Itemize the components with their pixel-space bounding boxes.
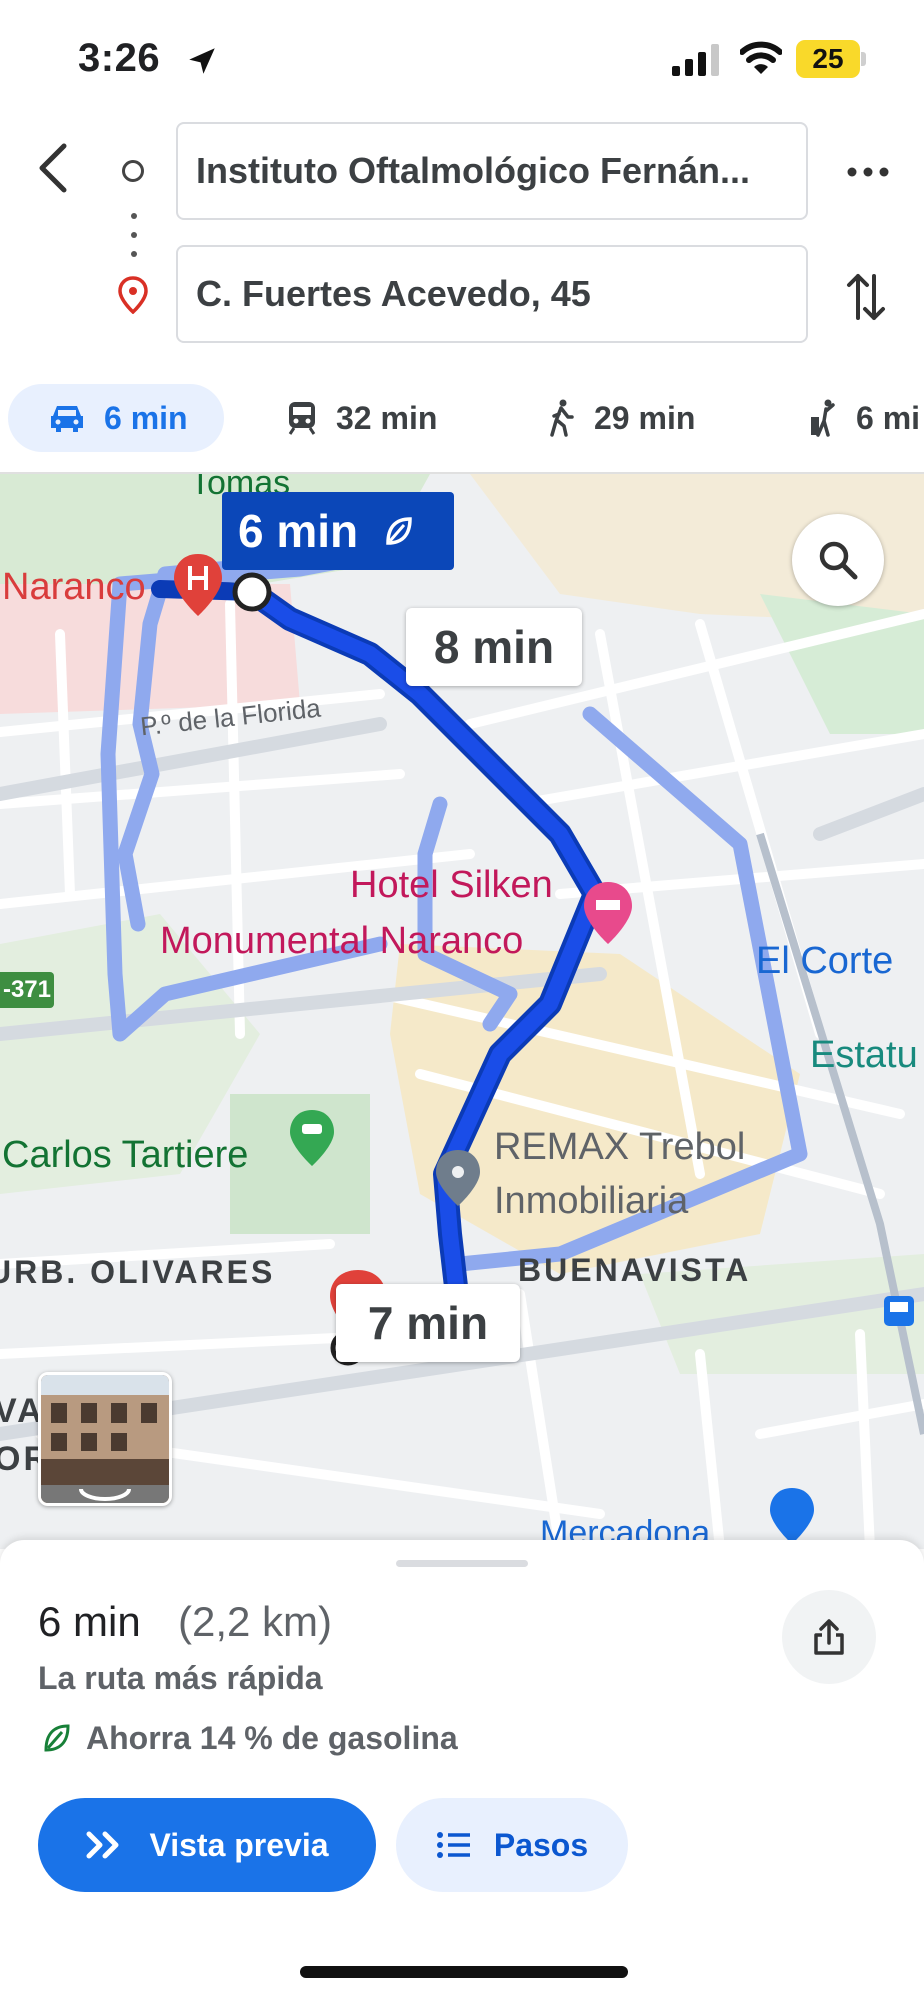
tab-car[interactable]: 6 min <box>8 384 224 452</box>
swap-icon[interactable] <box>846 270 886 324</box>
street-view-thumbnail[interactable] <box>38 1372 172 1506</box>
label-remax-line1: REMAX Trebol <box>494 1126 746 1168</box>
train-icon <box>288 402 316 435</box>
share-icon <box>814 1619 844 1655</box>
walk-icon <box>550 399 574 437</box>
origin-field[interactable]: Instituto Oftalmológico Fernán... <box>176 122 808 220</box>
label-estatu: Estatu <box>810 1034 918 1076</box>
route-description: La ruta más rápida <box>38 1660 323 1696</box>
label-naranco: Naranco <box>2 566 146 608</box>
tab-transit-label: 32 min <box>336 399 438 436</box>
wifi-icon <box>740 41 782 74</box>
battery-tip <box>861 52 866 66</box>
preview-button[interactable]: Vista previa <box>38 1798 376 1892</box>
route-duration: 6 min <box>38 1598 141 1645</box>
eco-leaf-small-icon <box>44 1724 70 1752</box>
label-tartiere: Carlos Tartiere <box>2 1134 249 1176</box>
list-icon <box>436 1832 470 1858</box>
tab-walk-label: 29 min <box>594 399 696 436</box>
tab-car-label: 6 min <box>104 399 188 436</box>
alt-route-time-badge-1[interactable]: 8 min <box>406 608 582 686</box>
tab-ride[interactable]: 6 mi <box>808 384 920 452</box>
label-buenavista: BUENAVISTA <box>518 1252 752 1288</box>
steps-button-label: Pasos <box>493 1826 589 1863</box>
preview-button-label: Vista previa <box>149 1826 329 1863</box>
label-el-corte: El Corte <box>756 940 894 982</box>
alt-route-time-badge-2[interactable]: 7 min <box>336 1284 520 1362</box>
travel-mode-tabs: 6 min 32 min 29 min 6 mi <box>0 384 924 456</box>
tab-ride-label: 6 mi <box>856 399 921 436</box>
signal-icon <box>672 44 719 76</box>
destination-field[interactable]: C. Fuertes Acevedo, 45 <box>176 245 808 343</box>
ride-hail-icon <box>811 399 835 437</box>
status-time: 3:26 <box>78 36 161 80</box>
battery-indicator: 25 <box>796 40 860 78</box>
route-distance: (2,2 km) <box>178 1598 333 1645</box>
route-dots-icon <box>131 213 137 257</box>
tab-transit[interactable]: 32 min <box>286 384 437 452</box>
share-button[interactable] <box>782 1590 876 1684</box>
sheet-drag-handle[interactable] <box>396 1560 528 1567</box>
selected-route-time-badge[interactable]: 6 min <box>222 492 454 570</box>
label-remax-line2: Inmobiliaria <box>494 1180 689 1222</box>
destination-pin-icon <box>118 276 148 314</box>
search-icon <box>819 541 858 580</box>
label-hotel-line2: Monumental Naranco <box>160 920 524 962</box>
selected-route-time: 6 min <box>238 505 359 557</box>
map-search-button[interactable] <box>792 514 884 606</box>
back-arrow-icon[interactable] <box>30 140 76 196</box>
tab-walk[interactable]: 29 min <box>546 384 695 452</box>
car-icon <box>51 406 83 432</box>
road-shield: -371 <box>0 972 54 1008</box>
steps-button[interactable]: Pasos <box>396 1798 628 1892</box>
street-view-image <box>41 1375 169 1503</box>
double-chevron-icon <box>86 1831 119 1859</box>
origin-circle-icon <box>122 160 144 182</box>
label-olivares: URB. OLIVARES <box>0 1254 276 1290</box>
home-indicator <box>300 1966 628 1978</box>
more-options-icon[interactable] <box>844 158 892 186</box>
fuel-saving-text: Ahorra 14 % de gasolina <box>86 1720 458 1756</box>
map-view[interactable]: Tomás Naranco P.º de la Florida Hotel Si… <box>0 474 924 1549</box>
location-arrow-icon <box>189 48 215 74</box>
label-hotel-line1: Hotel Silken <box>350 864 553 906</box>
route-start-marker <box>232 572 272 612</box>
eco-leaf-icon <box>386 517 412 545</box>
